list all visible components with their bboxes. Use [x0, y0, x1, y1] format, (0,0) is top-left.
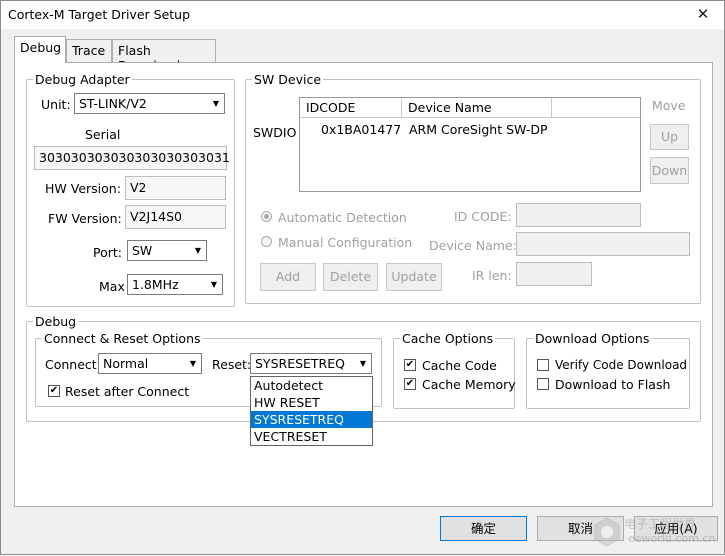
port-label: Port:: [93, 245, 122, 260]
verify-code-label: Verify Code Download: [555, 358, 688, 372]
serial-field: 303030303030303030303031: [34, 146, 230, 170]
update-button[interactable]: Update: [386, 263, 442, 291]
reset-after-connect-checkbox[interactable]: ✔: [48, 385, 60, 397]
unit-value: ST-LINK/V2: [79, 96, 147, 111]
panel-content: Debug Adapter Unit: ST-LINK/V2 ▼ Serial …: [1, 1, 725, 556]
dialog-window: Cortex-M Target Driver Setup ✕ Debug Tra…: [0, 0, 725, 555]
sw-device-legend: SW Device: [254, 72, 322, 87]
reset-option-hw-reset[interactable]: HW RESET: [251, 394, 372, 411]
chevron-down-icon: ▼: [210, 280, 218, 289]
fw-version-field: V2J14S0: [125, 205, 226, 229]
connect-label: Connect:: [45, 357, 101, 372]
auto-detection-label: Automatic Detection: [278, 210, 407, 225]
chevron-down-icon: ▼: [212, 99, 220, 108]
download-options-legend: Download Options: [535, 331, 650, 346]
reset-option-autodetect[interactable]: Autodetect: [251, 377, 372, 394]
column-header-device-name[interactable]: Device Name: [402, 98, 552, 118]
fw-version-label: FW Version:: [48, 211, 122, 226]
reset-after-connect-label: Reset after Connect: [65, 384, 190, 399]
hw-version-label: HW Version:: [45, 181, 121, 196]
add-button[interactable]: Add: [260, 263, 316, 291]
ir-len-field[interactable]: [516, 262, 592, 286]
port-select[interactable]: SW ▼: [127, 240, 207, 261]
row-device-name: ARM CoreSight SW-DP: [409, 122, 548, 137]
reset-select[interactable]: SYSRESETREQ ▼: [250, 353, 372, 374]
device-name-label: Device Name:: [429, 238, 517, 253]
auto-detection-radio[interactable]: [261, 211, 272, 222]
download-to-flash-checkbox[interactable]: [537, 378, 549, 390]
hw-version-field: V2: [125, 176, 226, 200]
move-up-button[interactable]: Up: [650, 124, 689, 150]
reset-option-vectreset[interactable]: VECTRESET: [251, 428, 372, 445]
manual-config-radio[interactable]: [261, 236, 272, 247]
max-clock-select[interactable]: 1.8MHz ▼: [127, 274, 223, 295]
sw-device-table[interactable]: IDCODE Device Name 0x1BA01477 ARM CoreSi…: [299, 97, 641, 192]
download-to-flash-label: Download to Flash: [555, 377, 671, 392]
watermark-cn: 电子工程世界: [624, 517, 697, 531]
delete-button[interactable]: Delete: [323, 263, 378, 291]
reset-value: SYSRESETREQ: [255, 356, 345, 371]
connect-reset-legend: Connect & Reset Options: [44, 331, 201, 346]
reset-label: Reset:: [212, 357, 252, 372]
unit-label: Unit:: [41, 97, 71, 112]
reset-option-sysresetreq[interactable]: SYSRESETREQ: [251, 411, 372, 428]
unit-select[interactable]: ST-LINK/V2 ▼: [74, 93, 225, 114]
cache-options-legend: Cache Options: [402, 331, 494, 346]
watermark-url: eeworld.com.cn: [628, 532, 716, 545]
move-down-button[interactable]: Down: [650, 157, 689, 184]
move-label: Move: [652, 98, 686, 113]
cache-memory-label: Cache Memory: [422, 377, 516, 392]
connect-select[interactable]: Normal ▼: [98, 353, 202, 374]
cache-code-label: Cache Code: [422, 358, 497, 373]
id-code-field[interactable]: [516, 203, 641, 227]
watermark-logo-icon: [594, 517, 620, 547]
chevron-down-icon: ▼: [189, 359, 197, 368]
chevron-down-icon: ▼: [359, 359, 367, 368]
serial-label: Serial: [85, 127, 121, 142]
max-clock-value: 1.8MHz: [132, 277, 179, 292]
verify-code-checkbox[interactable]: [537, 359, 549, 371]
cache-code-checkbox[interactable]: ✔: [404, 359, 416, 371]
debug-legend: Debug: [35, 314, 77, 329]
row-idcode: 0x1BA01477: [321, 122, 402, 137]
connect-value: Normal: [103, 356, 149, 371]
table-row[interactable]: 0x1BA01477 ARM CoreSight SW-DP: [300, 120, 640, 138]
port-value: SW: [132, 243, 153, 258]
swdio-label: SWDIO: [253, 125, 297, 140]
ir-len-label: IR len:: [472, 268, 512, 283]
cache-memory-checkbox[interactable]: ✔: [404, 378, 416, 390]
column-header-idcode[interactable]: IDCODE: [300, 98, 402, 118]
manual-config-label: Manual Configuration: [278, 235, 413, 250]
column-header-blank: [552, 98, 640, 118]
debug-adapter-legend: Debug Adapter: [35, 72, 130, 87]
max-label: Max: [99, 279, 125, 294]
device-name-field[interactable]: [516, 232, 690, 256]
chevron-down-icon: ▼: [194, 246, 202, 255]
id-code-label: ID CODE:: [454, 209, 512, 224]
reset-dropdown-list[interactable]: Autodetect HW RESET SYSRESETREQ VECTRESE…: [250, 376, 373, 446]
watermark: 电子工程世界 eeworld.com.cn: [591, 513, 721, 551]
